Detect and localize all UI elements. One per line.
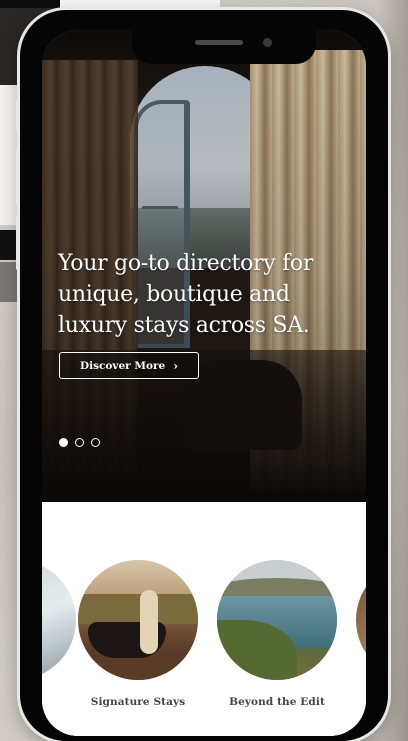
phone-notch <box>132 30 316 64</box>
category-label: Beyond the Edit <box>229 696 325 708</box>
camera-icon <box>263 38 272 47</box>
category-image-signature-stays <box>78 560 198 680</box>
carousel-pagination <box>59 438 100 447</box>
category-label: Signature Stays <box>90 696 186 708</box>
image-hills <box>78 594 198 624</box>
discover-more-button[interactable]: Discover More › <box>59 352 199 379</box>
image-hill <box>217 578 337 598</box>
category-image-beyond-the-edit <box>217 560 337 680</box>
category-item-signature-stays[interactable]: Signature Stays <box>78 560 198 708</box>
chevron-right-icon: › <box>173 358 179 373</box>
image-person <box>140 590 158 654</box>
speaker-icon <box>195 40 243 45</box>
discover-more-label: Discover More <box>79 359 166 372</box>
category-carousel: Signature Stays Beyond the Edit <box>42 502 366 736</box>
phone-mockup: Your go-to directory for unique, boutiqu… <box>16 10 388 741</box>
category-item-partial-left[interactable] <box>42 560 76 680</box>
carousel-dot-3[interactable] <box>91 438 100 447</box>
category-image <box>356 560 366 680</box>
phone-screen: Your go-to directory for unique, boutiqu… <box>42 30 366 736</box>
category-item-beyond-the-edit[interactable]: Beyond the Edit <box>217 560 337 708</box>
phone-mute-switch <box>16 100 20 130</box>
carousel-dot-2[interactable] <box>75 438 84 447</box>
category-item-partial-right[interactable] <box>356 560 366 680</box>
phone-volume-up <box>16 150 20 205</box>
background-top-white <box>60 0 220 10</box>
phone-volume-down <box>16 215 20 270</box>
image-ground <box>78 656 198 680</box>
category-image <box>42 560 76 680</box>
hero-headline: Your go-to directory for unique, boutiqu… <box>58 251 314 338</box>
carousel-dot-1[interactable] <box>59 438 68 447</box>
hero-banner[interactable]: Your go-to directory for unique, boutiqu… <box>42 30 366 502</box>
